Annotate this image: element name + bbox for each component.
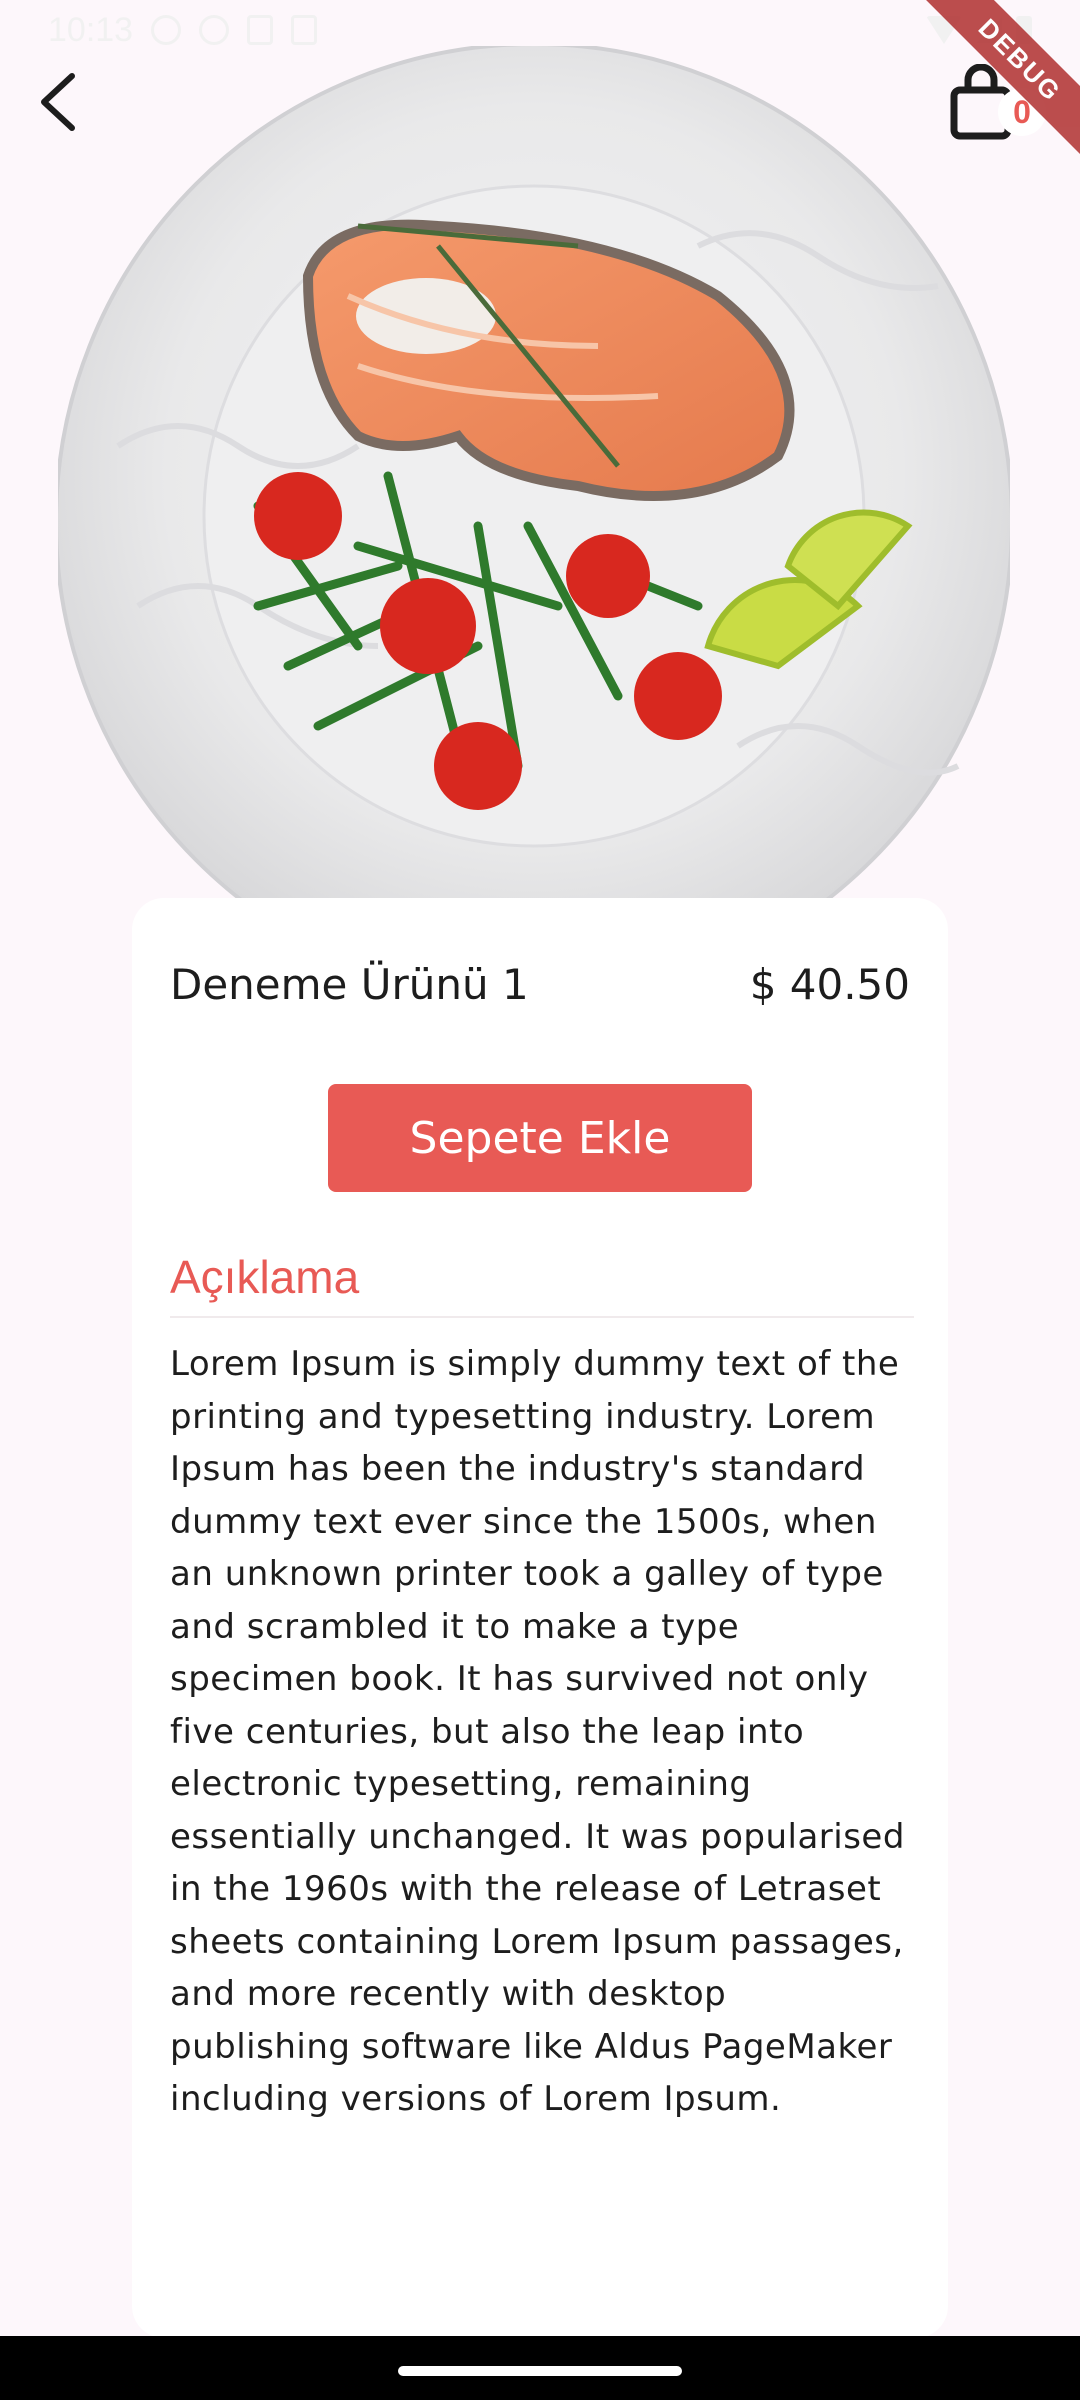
image-icon <box>247 15 274 45</box>
status-bar: 10:13 <box>0 0 1080 60</box>
alert-icon <box>151 15 182 45</box>
product-header-row: Deneme Ürünü 1 $ 40.50 <box>170 960 910 1009</box>
description-divider <box>170 1316 914 1318</box>
description-title: Açıklama <box>170 1251 360 1303</box>
do-not-disturb-icon <box>199 15 230 45</box>
product-detail-screen: 10:13 DEBUG 0 Deneme Ürünü 1 $ 40.50 Sep… <box>0 0 1080 2400</box>
product-image <box>58 46 1010 898</box>
home-gesture-handle[interactable] <box>398 2366 682 2376</box>
salmon-plate-photo <box>58 46 1010 898</box>
chevron-left-icon <box>41 73 75 131</box>
back-button[interactable] <box>20 62 100 142</box>
product-price: $ 40.50 <box>749 960 910 1009</box>
status-left: 10:13 <box>48 10 318 50</box>
product-card: Deneme Ürünü 1 $ 40.50 Sepete Ekle Açıkl… <box>132 898 948 2338</box>
sd-card-icon <box>291 15 318 45</box>
status-time: 10:13 <box>48 10 134 49</box>
description-text: Lorem Ipsum is simply dummy text of the … <box>170 1344 905 2119</box>
navigation-bar <box>0 2336 1080 2400</box>
product-name: Deneme Ürünü 1 <box>170 960 529 1009</box>
add-to-cart-button[interactable]: Sepete Ekle <box>328 1084 752 1192</box>
